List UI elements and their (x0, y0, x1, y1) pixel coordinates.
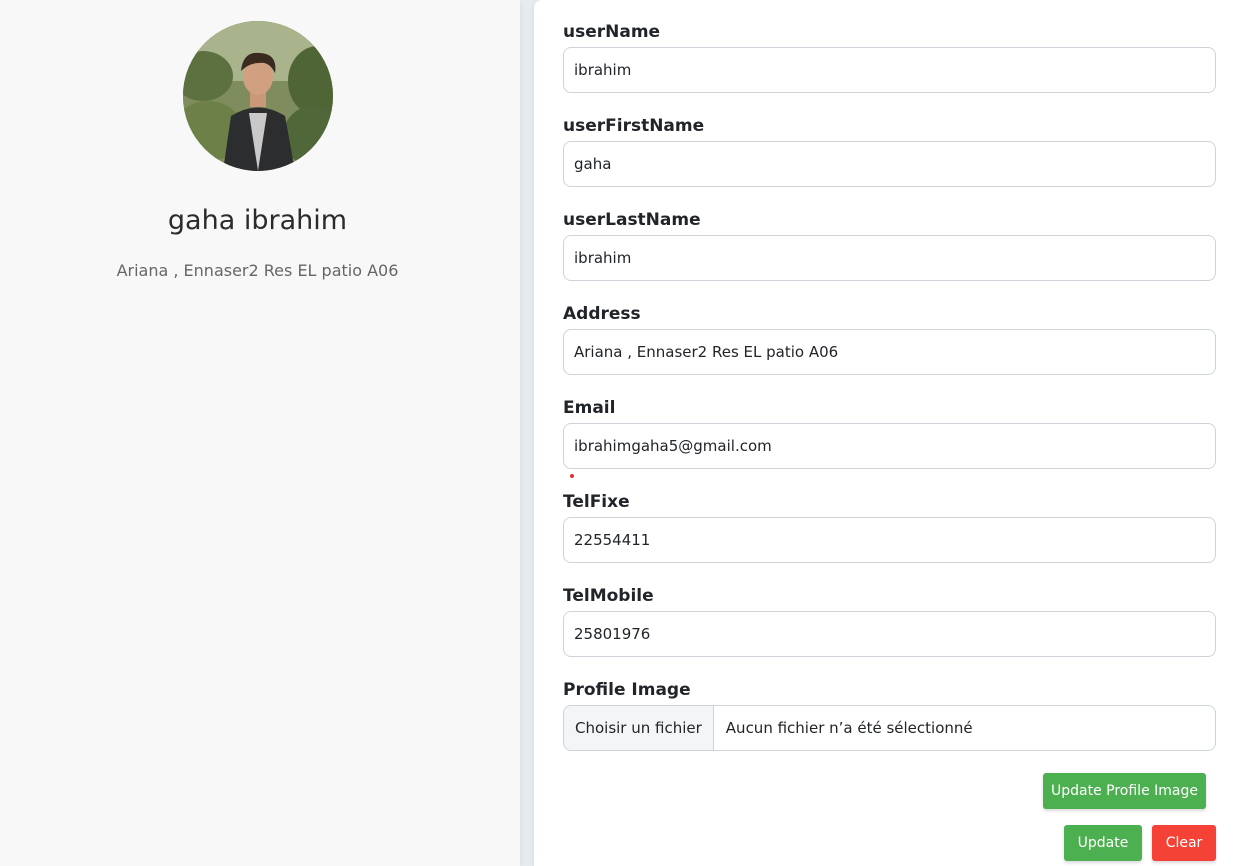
tel-mobile-label: TelMobile (563, 586, 654, 606)
clear-button[interactable]: Clear (1152, 825, 1216, 861)
first-name-input[interactable] (563, 141, 1216, 187)
email-group: Email (563, 397, 1216, 469)
profile-image-file-input[interactable]: Choisir un fichier Aucun fichier n’a été… (563, 705, 1216, 751)
username-group: userName (563, 21, 1216, 93)
last-name-label: userLastName (563, 210, 701, 230)
last-name-group: userLastName (563, 209, 1216, 281)
email-label: Email (563, 398, 616, 418)
validation-dot (570, 474, 574, 478)
profile-card: gaha ibrahim Ariana , Ennaser2 Res EL pa… (0, 0, 520, 866)
address-input[interactable] (563, 329, 1216, 375)
tel-mobile-input[interactable] (563, 611, 1216, 657)
tel-fixe-group: TelFixe (563, 491, 1216, 563)
email-input[interactable] (563, 423, 1216, 469)
tel-fixe-input[interactable] (563, 517, 1216, 563)
update-profile-image-button[interactable]: Update Profile Image (1043, 773, 1206, 809)
username-input[interactable] (563, 47, 1216, 93)
profile-name: gaha ibrahim (167, 205, 348, 236)
first-name-label: userFirstName (563, 116, 705, 136)
tel-fixe-label: TelFixe (563, 492, 630, 512)
first-name-group: userFirstName (563, 115, 1216, 187)
address-label: Address (563, 304, 641, 324)
choose-file-button[interactable]: Choisir un fichier (564, 706, 714, 750)
avatar (183, 21, 333, 171)
last-name-input[interactable] (563, 235, 1216, 281)
edit-profile-form: userName userFirstName userLastName Addr… (534, 0, 1244, 866)
address-group: Address (563, 303, 1216, 375)
username-label: userName (563, 22, 661, 42)
update-button[interactable]: Update (1064, 825, 1142, 861)
tel-mobile-group: TelMobile (563, 585, 1216, 657)
file-status-text: Aucun fichier n’a été sélectionné (725, 719, 973, 737)
avatar-photo (183, 21, 333, 171)
profile-image-group: Profile Image Choisir un fichier Aucun f… (563, 679, 1216, 751)
profile-image-label: Profile Image (563, 680, 691, 700)
profile-address: Ariana , Ennaser2 Res EL patio A06 (116, 261, 399, 280)
